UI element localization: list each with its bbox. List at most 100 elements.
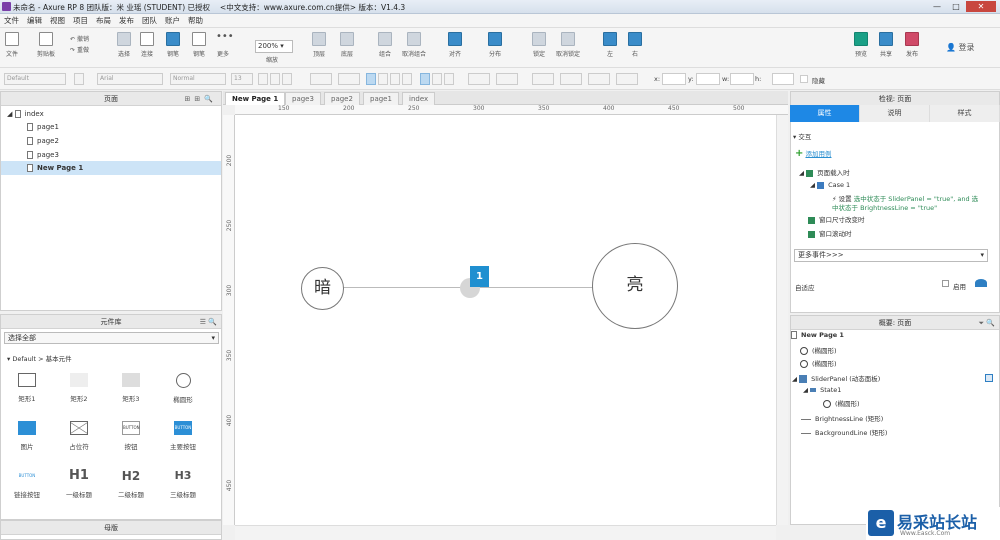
align-left-icon[interactable] [366,73,376,85]
tab-page1[interactable]: page1 [363,92,399,105]
lib-image[interactable]: 图片 [6,421,48,451]
redo-button[interactable]: ↷ 重做 [70,45,89,54]
arrow-style-icon[interactable] [616,73,638,85]
share-button[interactable]: 共享 [879,32,893,58]
case-1[interactable]: ◢ Case 1 [810,181,850,189]
tab-page2[interactable]: page2 [324,92,360,105]
page-tree-index[interactable]: ◢ index [7,110,44,118]
outline-brightness-line[interactable]: BrightnessLine (矩形) [801,413,883,423]
tab-index[interactable]: index [402,92,436,105]
outline-state1[interactable]: ◢ State1 [803,386,841,394]
valign-mid-icon[interactable] [432,73,442,85]
lib-h1[interactable]: H1 一级标题 [58,469,100,500]
outline-slider-panel[interactable]: ◢ SliderPanel (动态面板) [792,373,880,383]
event-window-scroll[interactable]: 窗口滚动时 [808,228,852,238]
hidden-checkbox[interactable] [800,75,808,83]
align-right-icon[interactable] [390,73,400,85]
adaptive-view-icon[interactable] [975,279,987,287]
valign-top-icon[interactable] [420,73,430,85]
justify-icon[interactable] [402,73,412,85]
right-button[interactable]: 右 [628,32,642,58]
weight-select[interactable]: Normal [170,73,226,85]
top-layer-button[interactable]: 顶层 [312,32,326,58]
fill-color-icon[interactable] [468,73,490,85]
font-color-icon[interactable] [310,73,332,85]
left-button[interactable]: 左 [603,32,617,58]
interaction-badge[interactable]: 1 [470,266,489,287]
tab-new-page-1[interactable]: New Page 1 [225,92,286,105]
menu-publish[interactable]: 发布 [115,14,138,28]
lib-rect3[interactable]: 矩形3 [110,373,152,403]
outline-ellipse-1[interactable]: (椭圆形) [800,345,837,355]
select-button[interactable]: 选择 [117,32,131,58]
clipboard-button[interactable]: 剪贴板 [37,32,55,58]
menu-file[interactable]: 文件 [0,14,23,28]
border-style-icon[interactable] [588,73,610,85]
lib-rect2[interactable]: 矩形2 [58,373,100,403]
event-page-load[interactable]: ◢ 页面载入时 [799,167,850,177]
x-field[interactable] [662,73,686,85]
lib-primary-button[interactable]: BUTTON 主要按钮 [162,421,204,451]
h-field[interactable] [772,73,794,85]
bright-circle[interactable]: 亮 [592,243,678,329]
minimize-icon[interactable]: — [928,1,946,12]
pen-button[interactable]: 钢笔 [166,32,180,58]
action-set-selected[interactable]: ⚡ 设置 选中状态于 SliderPanel = "true", and 选中状… [832,195,982,213]
library-group-header[interactable]: ▾ Default > 基本元件 [7,353,72,363]
tab-properties[interactable]: 属性 [790,105,860,122]
more-events-select[interactable]: 更多事件>>> ▾ [794,249,988,262]
bold-icon[interactable] [258,73,268,85]
underline-icon[interactable] [282,73,292,85]
ungroup-button[interactable]: 取消组合 [402,32,426,58]
page-tree-page2[interactable]: page2 [27,137,59,145]
menu-project[interactable]: 项目 [69,14,92,28]
distribute-button[interactable]: 分布 [488,32,502,58]
pencil-button[interactable]: 钢笔 [192,32,206,58]
design-canvas[interactable]: 暗 亮 1 [235,115,776,525]
page-tree-new-page-1[interactable]: New Page 1 [27,164,83,172]
lib-ellipse[interactable]: 椭圆形 [162,373,204,404]
page-tree-page3[interactable]: page3 [27,151,59,159]
style-select[interactable]: Default [4,73,66,85]
canvas-vertical-scrollbar[interactable] [776,115,788,525]
italic-icon[interactable] [270,73,280,85]
adaptive-enable-checkbox[interactable] [942,280,949,287]
menu-team[interactable]: 团队 [138,14,161,28]
menu-layout[interactable]: 布局 [92,14,115,28]
valign-bottom-icon[interactable] [444,73,454,85]
font-select[interactable]: Arial [97,73,163,85]
border-color-icon[interactable] [532,73,554,85]
tab-notes[interactable]: 说明 [860,105,930,122]
zoom-select[interactable]: 200% ▾ [255,40,293,53]
tab-style[interactable]: 样式 [930,105,1000,122]
more-button[interactable]: ••• 更多 [216,32,234,59]
filter-icon[interactable]: ⏷ 🔍 [978,316,995,330]
menu-view[interactable]: 视图 [46,14,69,28]
menu-account[interactable]: 账户 [161,14,184,28]
panel-visibility-icon[interactable] [985,374,993,382]
outline-page[interactable]: New Page 1 [791,331,844,339]
connect-button[interactable]: 连接 [140,32,154,58]
canvas-horizontal-scrollbar[interactable] [235,525,776,540]
undo-button[interactable]: ↶ 撤销 [70,34,89,43]
interaction-section-header[interactable]: ▾ 交互 [793,131,811,141]
pages-panel-tools-icon[interactable]: ⊞⊞🔍 [185,92,217,106]
menu-help[interactable]: 帮助 [184,14,207,28]
event-window-resize[interactable]: 窗口尺寸改变时 [808,214,865,224]
shadow-icon[interactable] [496,73,518,85]
bottom-layer-button[interactable]: 底层 [340,32,354,58]
lock-button[interactable]: 锁定 [532,32,546,58]
align-button[interactable]: 对齐 [448,32,462,58]
lib-button[interactable]: BUTTON 按钮 [110,421,152,451]
lib-link-button[interactable]: BUTTON 链接按钮 [6,469,48,499]
close-icon[interactable]: ✕ [966,1,996,12]
page-tree-page1[interactable]: page1 [27,123,59,131]
login-button[interactable]: 👤 登录 [946,42,975,53]
lib-h2[interactable]: H2 二级标题 [110,469,152,499]
outline-background-line[interactable]: BackgroundLine (矩形) [801,427,887,437]
maximize-icon[interactable]: □ [947,1,965,12]
preview-button[interactable]: 预览 [854,32,868,58]
unlock-button[interactable]: 取消锁定 [556,32,580,58]
align-center-icon[interactable] [378,73,388,85]
group-button[interactable]: 组合 [378,32,392,58]
